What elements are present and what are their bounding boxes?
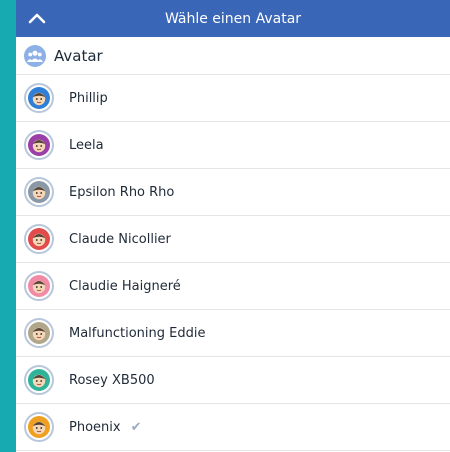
chevron-up-icon	[28, 13, 46, 24]
avatar-row[interactable]: Rosey XB500	[16, 357, 450, 404]
page-title: Wähle einen Avatar	[164, 10, 302, 27]
robot-avatar-icon	[24, 177, 54, 207]
avatar-name: Claudie Haigneré	[69, 278, 181, 294]
avatar-row[interactable]: Phillip	[16, 75, 450, 122]
header-bar: Wähle einen Avatar	[16, 0, 450, 37]
section-title: Avatar	[54, 46, 103, 65]
avatar-row[interactable]: Epsilon Rho Rho	[16, 169, 450, 216]
avatar-list: Phillip Leela Epsilon Rho Rho Claude Nicoll…	[16, 75, 450, 451]
avatar-name: Rosey XB500	[69, 372, 155, 388]
astronaut-avatar-icon	[24, 224, 54, 254]
avatar-row[interactable]: Malfunctioning Eddie	[16, 310, 450, 357]
boy-avatar-icon	[24, 83, 54, 113]
avatar-name: Phoenix	[69, 419, 121, 435]
robot-avatar-icon	[24, 318, 54, 348]
avatar-name: Phillip	[69, 90, 108, 106]
avatar-name: Claude Nicollier	[69, 231, 171, 247]
collapse-button[interactable]	[26, 8, 48, 28]
avatar-row[interactable]: Leela	[16, 122, 450, 169]
avatar-row[interactable]: Claudie Haigneré	[16, 263, 450, 310]
avatar-name: Malfunctioning Eddie	[69, 325, 206, 341]
group-icon	[24, 44, 46, 67]
section-header: Avatar	[16, 37, 450, 75]
robot-avatar-icon	[24, 365, 54, 395]
avatar-panel: Wähle einen Avatar Avatar Phillip Leela Ep…	[16, 0, 450, 452]
girl-avatar-icon	[24, 130, 54, 160]
checkmark-icon: ✔	[130, 419, 142, 435]
avatar-row[interactable]: Claude Nicollier	[16, 216, 450, 263]
firefighter-avatar-icon	[24, 412, 54, 442]
avatar-row[interactable]: Phoenix ✔	[16, 404, 450, 451]
astronaut-avatar-icon	[24, 271, 54, 301]
avatar-name: Leela	[69, 137, 104, 153]
avatar-name: Epsilon Rho Rho	[69, 184, 175, 200]
